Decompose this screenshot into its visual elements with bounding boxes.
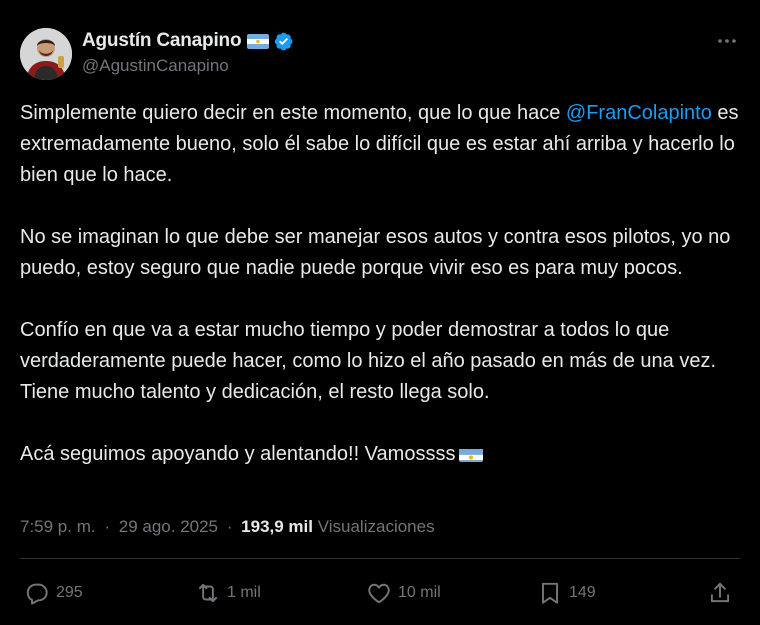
author-handle[interactable]: @AgustinCanapino bbox=[82, 56, 294, 76]
avatar[interactable] bbox=[20, 28, 72, 80]
reply-count: 295 bbox=[56, 584, 83, 601]
views-count[interactable]: 193,9 mil bbox=[241, 517, 313, 536]
tweet-paragraph: Simplemente quiero decir en este momento… bbox=[20, 98, 748, 191]
tweet-meta: 7:59 p. m. · 29 ago. 2025 · 193,9 mil Vi… bbox=[20, 517, 435, 537]
meta-separator: · bbox=[226, 517, 233, 536]
divider bbox=[20, 558, 740, 559]
repost-count: 1 mil bbox=[227, 584, 261, 601]
bookmark-count: 149 bbox=[569, 584, 596, 601]
author-block: Agustín Canapino @AgustinCanapino bbox=[82, 30, 294, 76]
bookmark-icon bbox=[537, 580, 563, 606]
reply-button[interactable]: 295 bbox=[24, 576, 83, 610]
action-bar: 295 1 mil 10 mil 149 bbox=[20, 576, 740, 610]
meta-separator: · bbox=[104, 517, 111, 536]
tweet-time[interactable]: 7:59 p. m. bbox=[20, 517, 96, 536]
argentina-flag-icon bbox=[459, 445, 484, 462]
mention-link[interactable]: @FranColapinto bbox=[566, 102, 712, 124]
tweet-card: Agustín Canapino @AgustinCanapino Simple… bbox=[0, 0, 760, 625]
reply-icon bbox=[24, 580, 50, 606]
share-button[interactable] bbox=[707, 576, 733, 610]
like-count: 10 mil bbox=[398, 584, 441, 601]
tweet-paragraph: Confío en que va a estar mucho tiempo y … bbox=[20, 319, 717, 403]
tweet-text: Simplemente quiero decir en este momento… bbox=[20, 98, 748, 501]
tweet-date[interactable]: 29 ago. 2025 bbox=[119, 517, 218, 536]
tweet-text-segment: Simplemente quiero decir en este momento… bbox=[20, 102, 566, 124]
repost-icon bbox=[195, 580, 221, 606]
argentina-flag-icon bbox=[247, 33, 270, 49]
tweet-text-segment: Acá seguimos apoyando y alentando!! Vamo… bbox=[20, 443, 456, 465]
author-name-row: Agustín Canapino bbox=[82, 30, 294, 52]
tweet-paragraph: No se imaginan lo que debe ser manejar e… bbox=[20, 226, 731, 279]
author-name[interactable]: Agustín Canapino bbox=[82, 30, 242, 52]
verified-badge-icon[interactable] bbox=[273, 31, 294, 52]
heart-icon bbox=[366, 580, 392, 606]
repost-button[interactable]: 1 mil bbox=[195, 576, 261, 610]
more-icon[interactable] bbox=[716, 32, 738, 50]
like-button[interactable]: 10 mil bbox=[366, 576, 441, 610]
bookmark-button[interactable]: 149 bbox=[537, 576, 596, 610]
views-label: Visualizaciones bbox=[317, 517, 435, 536]
share-icon bbox=[707, 580, 733, 606]
tweet-paragraph: Acá seguimos apoyando y alentando!! Vamo… bbox=[20, 439, 748, 470]
